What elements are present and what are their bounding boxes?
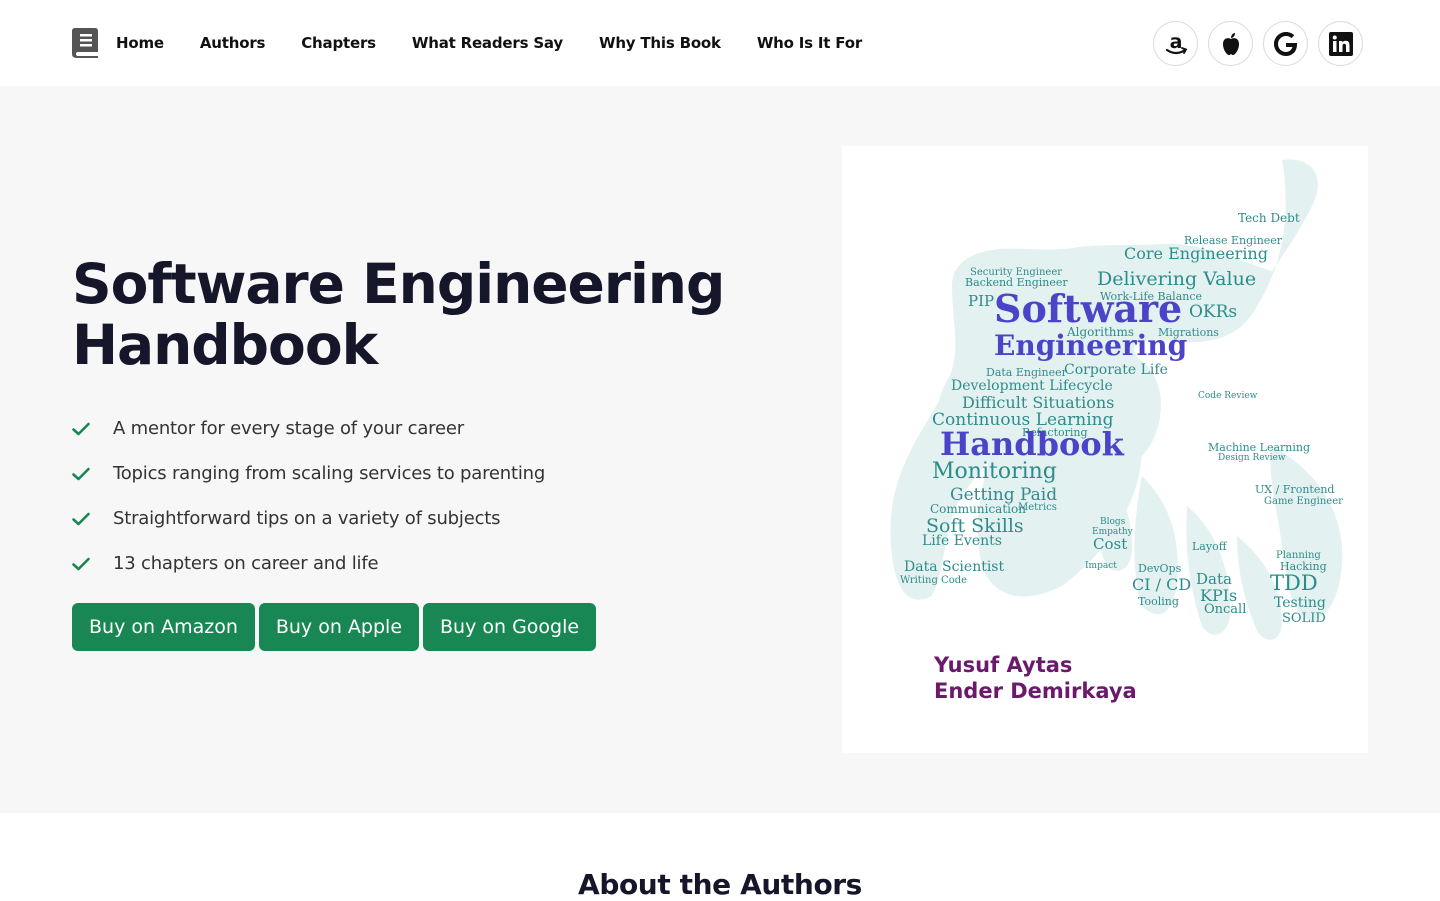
- google-link[interactable]: [1263, 21, 1308, 66]
- cloud-word: UX / Frontend: [1255, 483, 1334, 496]
- cloud-word: Cost: [1093, 535, 1127, 553]
- feature-item: A mentor for every stage of your career: [72, 406, 545, 451]
- buy-buttons: Buy on Amazon Buy on Apple Buy on Google: [72, 603, 597, 651]
- feature-text: Straightforward tips on a variety of sub…: [113, 508, 501, 529]
- nav-link-home[interactable]: Home: [116, 34, 164, 52]
- cover-author: Yusuf Aytas: [933, 653, 1072, 677]
- cloud-word: Testing: [1274, 595, 1326, 611]
- nav-link-what-readers-say[interactable]: What Readers Say: [412, 34, 563, 52]
- title-line-1: Software Engineering: [72, 252, 725, 316]
- check-icon: [72, 422, 90, 435]
- cloud-word: Metrics: [1018, 502, 1057, 513]
- cover-author: Ender Demirkaya: [934, 679, 1137, 703]
- feature-text: Topics ranging from scaling services to …: [113, 463, 546, 484]
- cloud-word: Empathy: [1092, 527, 1134, 537]
- buy-on-apple-button[interactable]: Buy on Apple: [258, 603, 420, 651]
- feature-item: Straightforward tips on a variety of sub…: [72, 496, 545, 541]
- feature-item: Topics ranging from scaling services to …: [72, 451, 545, 496]
- feature-text: 13 chapters on career and life: [113, 553, 379, 574]
- cloud-word: OKRs: [1189, 302, 1237, 322]
- linkedin-icon: [1328, 31, 1353, 56]
- cloud-word: Impact: [1085, 561, 1117, 571]
- cloud-word: Design Review: [1218, 453, 1286, 463]
- cloud-word: Layoff: [1192, 540, 1228, 553]
- about-authors-heading: About the Authors: [578, 868, 862, 901]
- check-icon: [72, 467, 90, 480]
- cloud-word: PIP: [968, 292, 994, 310]
- cloud-word: Hacking: [1280, 560, 1327, 573]
- book-logo-icon[interactable]: [72, 28, 98, 58]
- cover-title-word: Engineering: [994, 329, 1187, 362]
- cloud-word: Game Engineer: [1264, 496, 1343, 507]
- feature-list: A mentor for every stage of your career …: [72, 406, 545, 586]
- word-cloud: Tech Debt Release Engineer Core Engineer…: [890, 159, 1343, 703]
- buy-on-google-button[interactable]: Buy on Google: [423, 603, 597, 651]
- hero-section: Software Engineering Handbook A mentor f…: [0, 86, 1440, 813]
- nav-link-chapters[interactable]: Chapters: [301, 34, 376, 52]
- cloud-word: Core Engineering: [1124, 244, 1268, 263]
- amazon-link[interactable]: a: [1153, 21, 1198, 66]
- cloud-word: CI / CD: [1132, 575, 1191, 594]
- cloud-word: Tech Debt: [1238, 211, 1300, 225]
- cloud-word: Security Engineer: [970, 267, 1062, 278]
- cloud-word: Data Scientist: [904, 559, 1004, 575]
- cloud-word: Development Lifecycle: [951, 378, 1113, 394]
- buy-on-amazon-button[interactable]: Buy on Amazon: [72, 603, 255, 651]
- cloud-word: Life Events: [922, 533, 1002, 549]
- amazon-icon: a: [1165, 31, 1187, 54]
- nav-link-authors[interactable]: Authors: [200, 34, 266, 52]
- cloud-word: Code Review: [1198, 391, 1258, 401]
- cover-title-word: Software: [994, 286, 1182, 331]
- top-navbar: Home Authors Chapters What Readers Say W…: [0, 0, 1440, 86]
- apple-link[interactable]: [1208, 21, 1253, 66]
- apple-icon: [1222, 32, 1239, 55]
- cloud-word: SOLID: [1282, 611, 1326, 626]
- nav-link-who-is-it-for[interactable]: Who Is It For: [757, 34, 862, 52]
- check-icon: [72, 512, 90, 525]
- cloud-word: TDD: [1270, 571, 1318, 595]
- cloud-word: Blogs: [1100, 517, 1126, 527]
- feature-text: A mentor for every stage of your career: [113, 418, 464, 439]
- cloud-word: Oncall: [1204, 602, 1246, 617]
- feature-item: 13 chapters on career and life: [72, 541, 545, 586]
- cloud-word: Communication: [930, 502, 1026, 516]
- google-icon: [1273, 31, 1297, 56]
- cloud-word: DevOps: [1138, 562, 1182, 575]
- page-title: Software Engineering Handbook: [72, 254, 772, 376]
- svg-text:a: a: [1169, 31, 1182, 53]
- title-line-2: Handbook: [72, 313, 378, 377]
- cover-title-word: Handbook: [940, 425, 1125, 463]
- nav-link-why-this-book[interactable]: Why This Book: [599, 34, 721, 52]
- cloud-word: Corporate Life: [1064, 362, 1168, 378]
- cover-authors: Yusuf Aytas Ender Demirkaya: [933, 653, 1137, 703]
- nav-links: Home Authors Chapters What Readers Say W…: [116, 0, 898, 86]
- cloud-word: Tooling: [1138, 595, 1179, 608]
- social-links: a: [1153, 21, 1363, 66]
- linkedin-link[interactable]: [1318, 21, 1363, 66]
- cloud-word: Writing Code: [900, 575, 967, 586]
- check-icon: [72, 557, 90, 570]
- book-cover-image: Tech Debt Release Engineer Core Engineer…: [842, 146, 1368, 753]
